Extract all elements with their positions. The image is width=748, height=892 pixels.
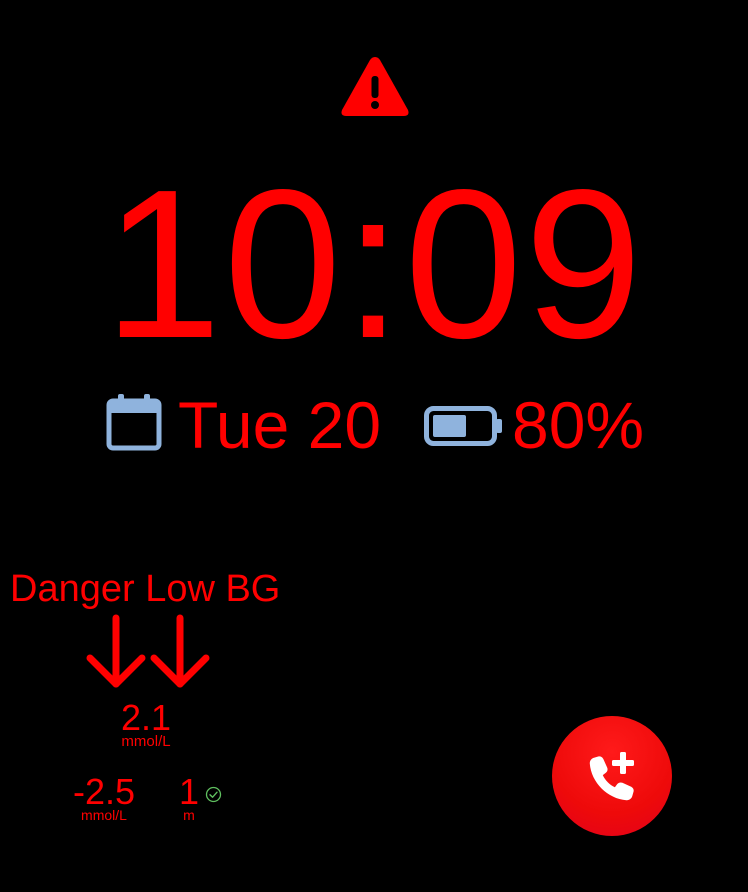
clock-time: 10:09: [103, 145, 645, 382]
battery-icon: [424, 406, 502, 446]
glucose-unit: mmol/L: [121, 733, 171, 750]
battery-percent: 80%: [512, 388, 645, 462]
alert-label: Danger Low BG: [10, 568, 281, 610]
glucose-delta-unit: mmol/L: [81, 807, 127, 823]
reading-age: 1: [178, 771, 200, 812]
status-row: Tue 20 80%: [0, 390, 748, 460]
glucose-delta: -2.5: [72, 771, 136, 812]
check-circle-icon: [205, 786, 222, 803]
reading-age-unit: m: [183, 807, 195, 823]
date-label: Tue 20: [178, 388, 382, 462]
calendar-icon: [106, 394, 162, 451]
battery-level-fill: [433, 415, 466, 437]
emergency-call-button[interactable]: [552, 716, 672, 836]
warning-triangle-icon: [341, 57, 409, 116]
double-down-arrow-icon: [86, 614, 210, 688]
glucose-value: 2.1: [120, 697, 172, 738]
phone-plus-icon: [589, 752, 634, 801]
